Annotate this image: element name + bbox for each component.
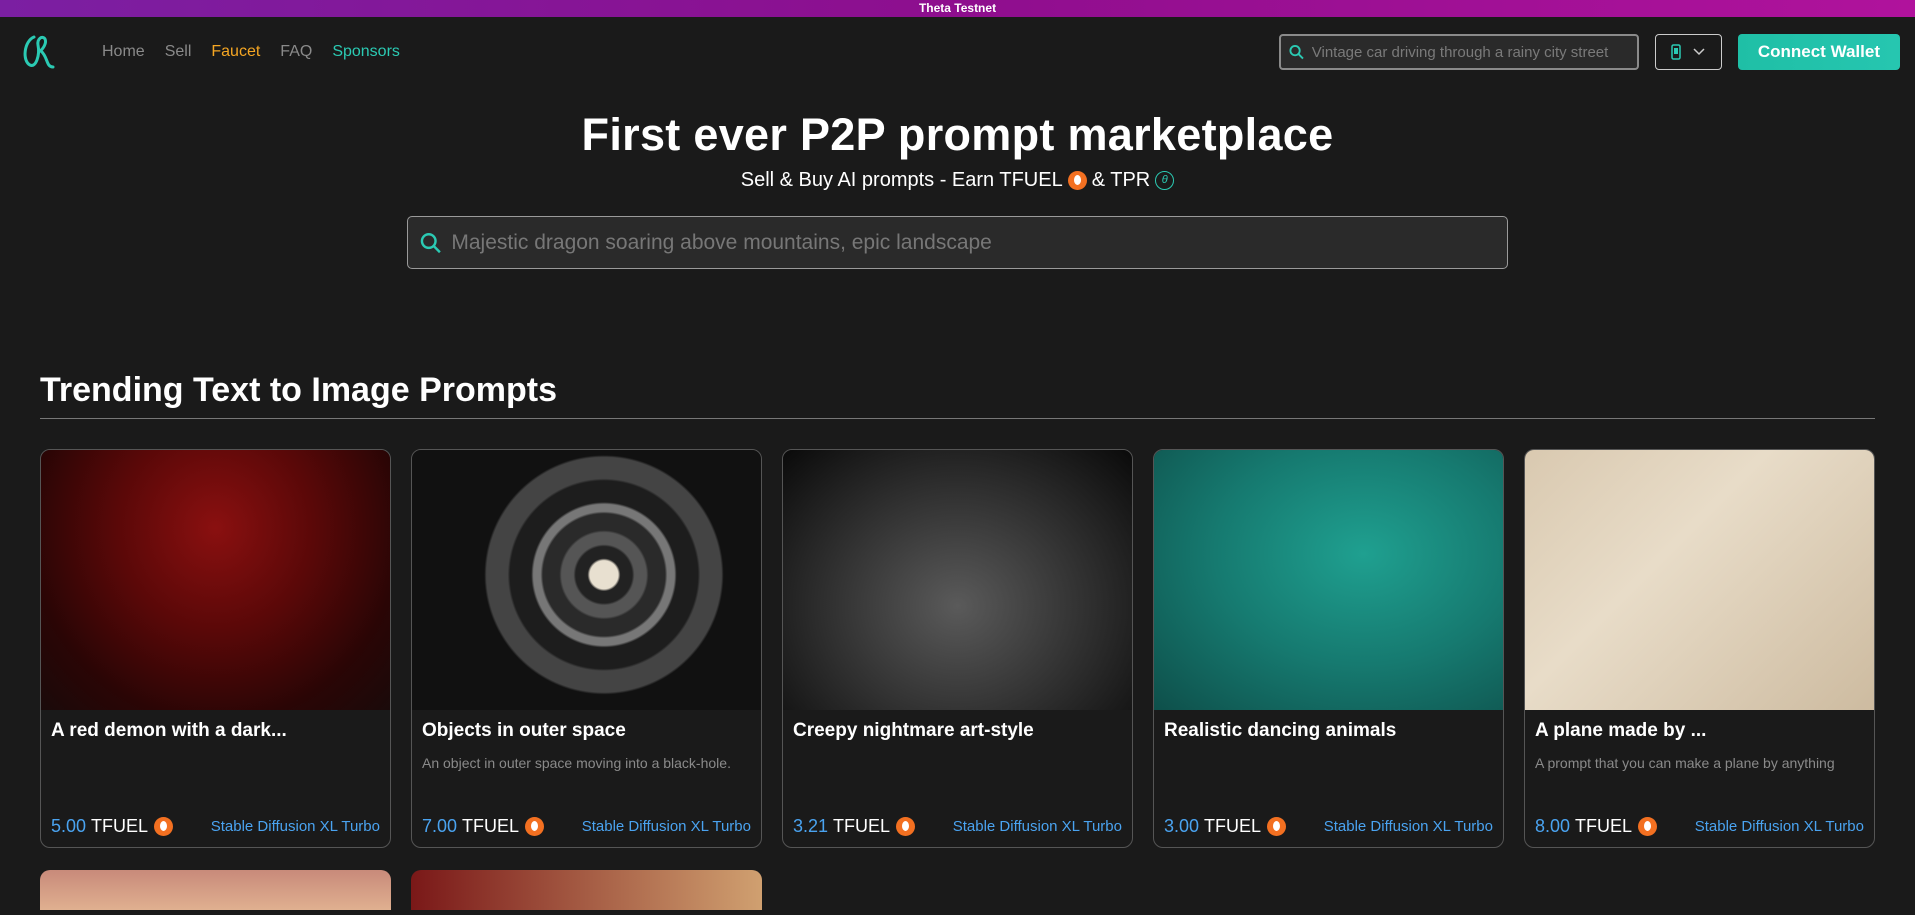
hero: First ever P2P prompt marketplace Sell &… [0, 109, 1915, 269]
nav-links: Home Sell Faucet FAQ Sponsors [102, 43, 400, 61]
card-unit: TFUEL [1204, 816, 1262, 836]
card-description: A prompt that you can make a plane by an… [1535, 755, 1835, 771]
nav-home[interactable]: Home [102, 43, 145, 61]
section-title: Trending Text to Image Prompts [40, 371, 1875, 419]
hero-subtitle-prefix: Sell & Buy AI prompts - Earn TFUEL [740, 169, 1063, 191]
card-price: 7.00 [422, 816, 458, 836]
card-price: 5.00 [51, 816, 87, 836]
hero-search-input[interactable] [451, 230, 1495, 255]
hero-search-box [407, 216, 1508, 269]
card-title: Realistic dancing animals [1164, 720, 1397, 741]
tfuel-icon [1067, 171, 1087, 190]
tfuel-icon [1638, 817, 1658, 836]
card-footer: 3.00 TFUEL Stable Diffusion XL Turbo [1164, 816, 1493, 837]
search-icon [420, 232, 441, 253]
nav-sell[interactable]: Sell [165, 43, 192, 61]
testnet-banner: Theta Testnet [0, 0, 1915, 17]
chevron-down-icon [1693, 48, 1705, 56]
card-footer: 3.21 TFUEL Stable Diffusion XL Turbo [793, 816, 1122, 837]
card-title: A red demon with a dark... [51, 720, 287, 741]
hero-subtitle: Sell & Buy AI prompts - Earn TFUEL & TPR… [0, 169, 1915, 192]
nav-sponsors[interactable]: Sponsors [332, 43, 400, 61]
card-model: Stable Diffusion XL Turbo [581, 818, 751, 835]
tfuel-icon [896, 817, 916, 836]
network-select[interactable] [1654, 34, 1722, 70]
card-price: 8.00 [1535, 816, 1571, 836]
tfuel-icon [154, 817, 174, 836]
card-title: A plane made by ... [1535, 720, 1707, 741]
card-model: Stable Diffusion XL Turbo [1323, 818, 1493, 835]
logo-icon [23, 35, 55, 69]
card-price: 3.21 [793, 816, 829, 836]
card-unit: TFUEL [462, 816, 520, 836]
trending-section: Trending Text to Image Prompts A red dem… [0, 371, 1915, 910]
hero-subtitle-mid: & TPR [1091, 169, 1151, 191]
card-image [1154, 450, 1503, 710]
top-search-input[interactable] [1311, 43, 1629, 61]
card-description: An object in outer space moving into a b… [422, 755, 731, 771]
card-unit: TFUEL [833, 816, 891, 836]
card-image [1525, 450, 1874, 710]
prompt-card[interactable]: A plane made by ... A prompt that you ca… [1524, 449, 1875, 848]
card-title: Objects in outer space [422, 720, 626, 741]
card-model: Stable Diffusion XL Turbo [952, 818, 1122, 835]
prompt-cards-row-2 [40, 870, 1875, 910]
nav-right: Connect Wallet [1278, 34, 1900, 70]
navbar: Home Sell Faucet FAQ Sponsors Connect Wa… [0, 17, 1915, 87]
tfuel-icon [1267, 817, 1287, 836]
prompt-card[interactable]: Realistic dancing animals 3.00 TFUEL Sta… [1153, 449, 1504, 848]
nav-faq[interactable]: FAQ [280, 43, 312, 61]
card-image-partial[interactable] [40, 870, 391, 910]
tpr-icon: θ [1155, 171, 1175, 190]
tfuel-icon [525, 817, 545, 836]
card-image [412, 450, 761, 710]
card-model: Stable Diffusion XL Turbo [210, 818, 380, 835]
card-image-partial[interactable] [411, 870, 762, 910]
card-model: Stable Diffusion XL Turbo [1694, 818, 1864, 835]
card-unit: TFUEL [1575, 816, 1633, 836]
card-title: Creepy nightmare art-style [793, 720, 1034, 741]
card-image [41, 450, 390, 710]
card-footer: 8.00 TFUEL Stable Diffusion XL Turbo [1535, 816, 1864, 837]
card-unit: TFUEL [91, 816, 149, 836]
prompt-cards: A red demon with a dark... 5.00 TFUEL St… [40, 449, 1875, 848]
card-image [783, 450, 1132, 710]
prompt-card[interactable]: Creepy nightmare art-style 3.21 TFUEL St… [782, 449, 1133, 848]
search-icon [1289, 45, 1304, 60]
top-search-box [1278, 34, 1639, 70]
card-footer: 7.00 TFUEL Stable Diffusion XL Turbo [422, 816, 751, 837]
hero-title: First ever P2P prompt marketplace [581, 109, 1334, 160]
theta-logo[interactable] [20, 31, 62, 73]
card-price: 3.00 [1164, 816, 1200, 836]
card-footer: 5.00 TFUEL Stable Diffusion XL Turbo [51, 816, 380, 837]
prompt-card[interactable]: A red demon with a dark... 5.00 TFUEL St… [40, 449, 391, 848]
prompt-card[interactable]: Objects in outer space An object in oute… [411, 449, 762, 848]
phone-icon [1671, 44, 1682, 60]
connect-wallet-button[interactable]: Connect Wallet [1737, 34, 1900, 70]
nav-faucet[interactable]: Faucet [211, 43, 260, 61]
